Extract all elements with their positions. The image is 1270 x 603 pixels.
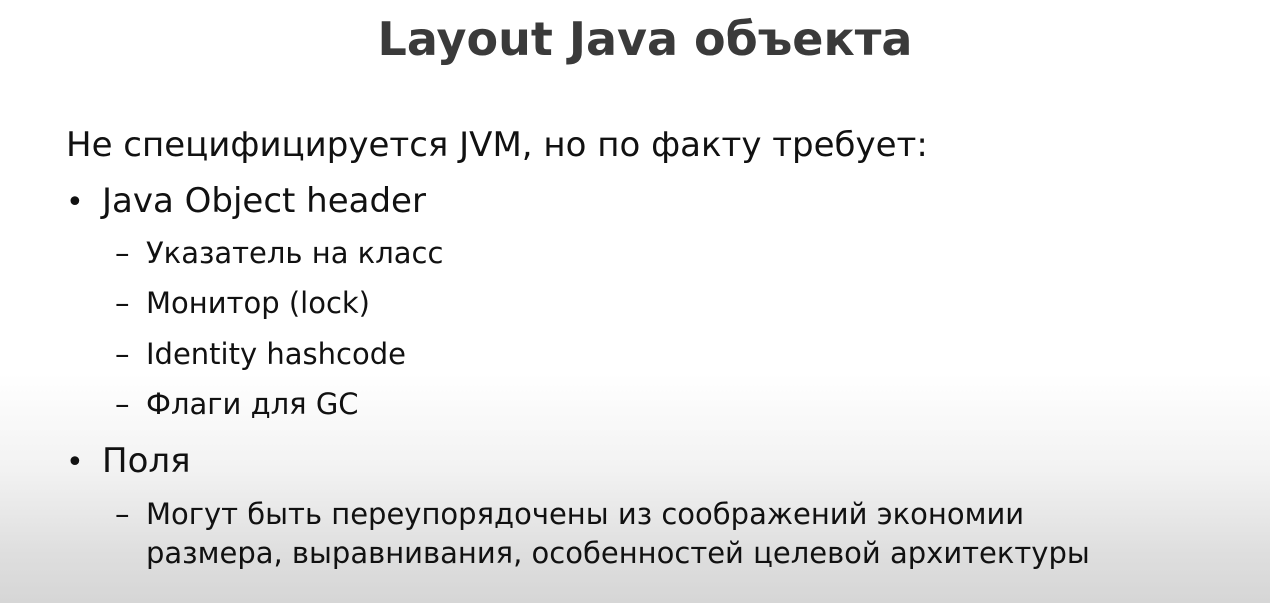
sub-item: – Identity hashcode <box>115 337 406 371</box>
dash-marker: – <box>115 497 130 531</box>
dash-marker: – <box>115 387 130 421</box>
bullet-text: Поля <box>102 441 191 481</box>
bullet-text: Java Object header <box>102 181 426 221</box>
sub-item-continuation: размера, выравнивания, особенностей целе… <box>146 536 1090 570</box>
sub-item: – Монитор (lock) <box>115 286 370 320</box>
sub-item-text: Могут быть переупорядочены из соображени… <box>146 497 1025 531</box>
dash-marker: – <box>115 236 130 270</box>
sub-item: – Флаги для GC <box>115 387 359 421</box>
slide-title: Layout Java объекта <box>377 12 913 66</box>
sub-item-text: Identity hashcode <box>146 337 406 371</box>
bullet-marker: • <box>66 445 84 480</box>
sub-item-text: Флаги для GC <box>146 387 359 421</box>
intro-text: Не специфицируется JVM, но по факту треб… <box>66 125 928 165</box>
sub-item-text: Монитор (lock) <box>146 286 370 320</box>
bullet-item: • Поля <box>66 441 191 481</box>
slide: Layout Java объекта Не специфицируется J… <box>0 0 1270 603</box>
sub-item: – Указатель на класс <box>115 236 443 270</box>
dash-marker: – <box>115 286 130 320</box>
sub-item: – Могут быть переупорядочены из соображен… <box>115 497 1024 531</box>
sub-item-text: Указатель на класс <box>146 236 444 270</box>
bullet-marker: • <box>66 185 84 220</box>
dash-marker: – <box>115 337 130 371</box>
bullet-item: • Java Object header <box>66 181 426 221</box>
